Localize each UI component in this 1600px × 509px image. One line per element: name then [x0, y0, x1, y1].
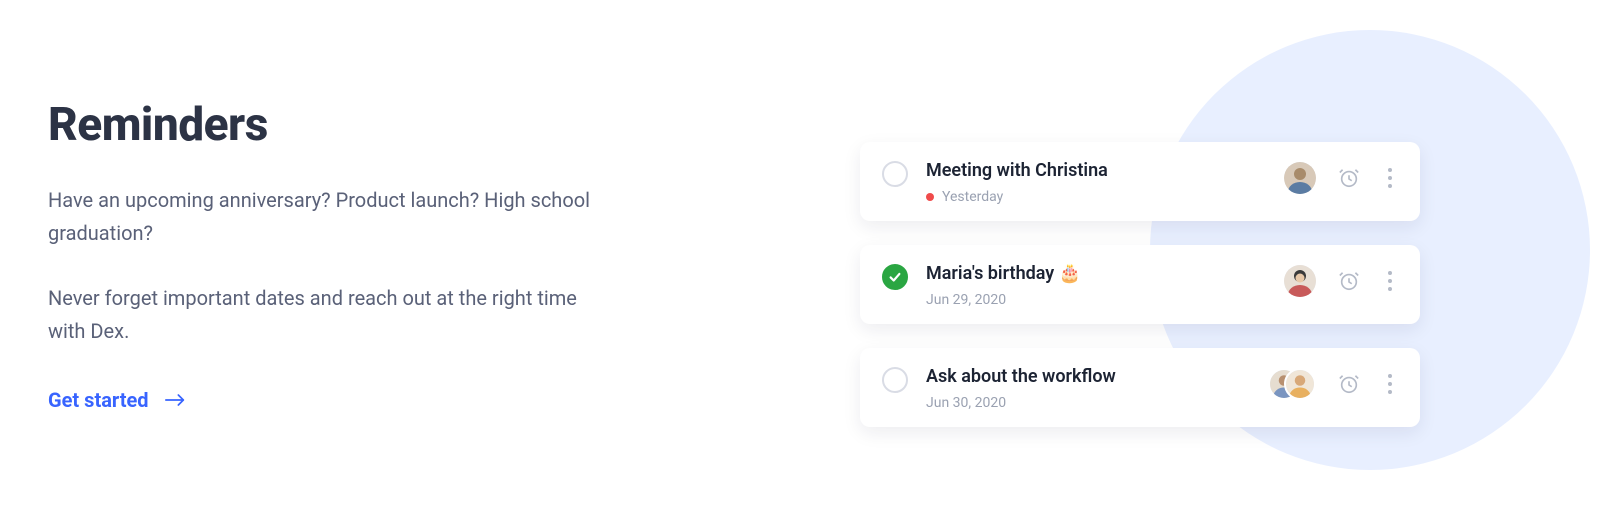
avatar[interactable] [1284, 265, 1316, 297]
avatar-stack[interactable] [1268, 368, 1316, 400]
reminder-subtext: Yesterday [926, 189, 1272, 205]
reminder-subtext: Jun 29, 2020 [926, 292, 1272, 308]
snooze-icon[interactable] [1338, 270, 1360, 292]
snooze-icon[interactable] [1338, 373, 1360, 395]
more-icon[interactable] [1382, 372, 1398, 396]
reminder-date: Yesterday [942, 189, 1003, 205]
complete-toggle[interactable] [882, 367, 908, 393]
reminder-card: Meeting with Christina Yesterday [860, 142, 1420, 221]
complete-toggle[interactable] [882, 264, 908, 290]
arrow-right-icon [165, 388, 185, 412]
reminder-title: Meeting with Christina [926, 160, 1272, 181]
section-paragraph-2: Never forget important dates and reach o… [48, 282, 608, 348]
avatar[interactable] [1284, 162, 1316, 194]
section-paragraph-1: Have an upcoming anniversary? Product la… [48, 184, 608, 250]
snooze-icon[interactable] [1338, 167, 1360, 189]
reminder-list: Meeting with Christina Yesterday [860, 142, 1420, 451]
reminder-card: Ask about the workflow Jun 30, 2020 [860, 348, 1420, 427]
reminder-title: Maria's birthday 🎂 [926, 263, 1272, 284]
reminder-card: Maria's birthday 🎂 Jun 29, 2020 [860, 245, 1420, 324]
more-icon[interactable] [1382, 166, 1398, 190]
reminder-title: Ask about the workflow [926, 366, 1256, 387]
reminder-date: Jun 29, 2020 [926, 292, 1006, 308]
get-started-link[interactable]: Get started [48, 388, 185, 412]
overdue-dot-icon [926, 193, 934, 201]
complete-toggle[interactable] [882, 161, 908, 187]
reminder-subtext: Jun 30, 2020 [926, 395, 1256, 411]
get-started-label: Get started [48, 388, 149, 412]
section-heading: Reminders [48, 98, 608, 152]
reminder-date: Jun 30, 2020 [926, 395, 1006, 411]
more-icon[interactable] [1382, 269, 1398, 293]
